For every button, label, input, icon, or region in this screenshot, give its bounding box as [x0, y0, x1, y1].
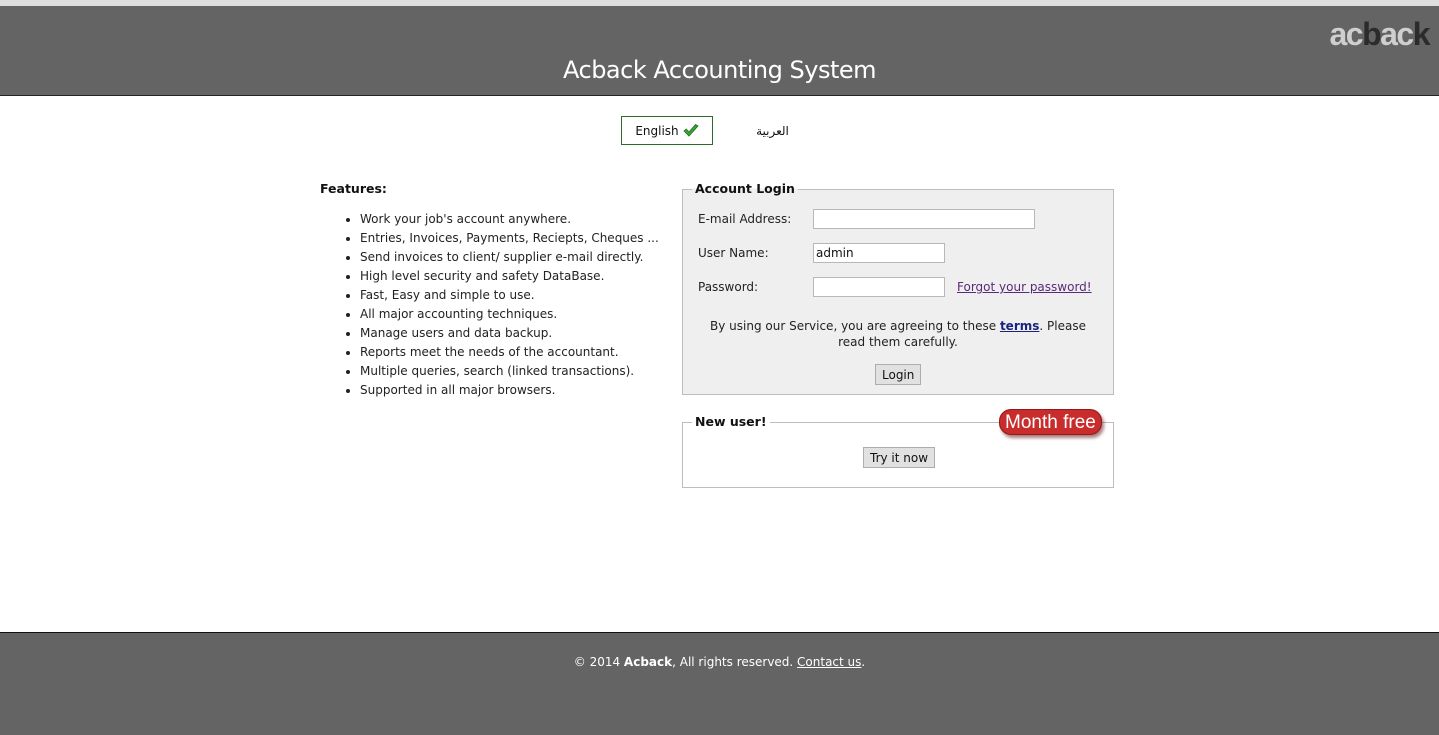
- logo-part: ac: [1380, 16, 1414, 52]
- feature-item: Entries, Invoices, Payments, Reciepts, C…: [346, 229, 670, 248]
- rights-text: , All rights reserved.: [672, 655, 798, 669]
- new-user-legend: New user!: [692, 414, 770, 429]
- password-label: Password:: [698, 280, 759, 294]
- account-login-legend: Account Login: [692, 181, 798, 196]
- terms-prefix: By using our Service, you are agreeing t…: [710, 319, 1000, 333]
- username-label: User Name:: [698, 246, 769, 260]
- footer-period: .: [861, 655, 866, 669]
- logo-part: k: [1412, 16, 1431, 52]
- logo-part: b: [1362, 16, 1382, 52]
- month-free-badge: Month free: [999, 409, 1102, 435]
- email-row: E-mail Address:: [698, 209, 1035, 229]
- feature-item: Send invoices to client/ supplier e-mail…: [346, 248, 670, 267]
- login-button[interactable]: Login: [875, 364, 922, 385]
- feature-item: Reports meet the needs of the accountant…: [346, 343, 670, 362]
- features-heading: Features:: [320, 181, 387, 196]
- terms-link[interactable]: terms: [1000, 319, 1039, 333]
- try-it-now-button[interactable]: Try it now: [863, 447, 936, 468]
- feature-item: Multiple queries, search (linked transac…: [346, 362, 670, 381]
- feature-item: Manage users and data backup.: [346, 324, 670, 343]
- logo-part: ac: [1329, 16, 1363, 52]
- page-footer: © 2014 Acback, All rights reserved. Cont…: [0, 632, 1439, 735]
- password-field[interactable]: [813, 277, 945, 297]
- feature-item: Supported in all major browsers.: [346, 381, 670, 400]
- page-title: Acback Accounting System: [563, 56, 877, 84]
- language-english-label: English: [635, 123, 679, 138]
- footer-copyright: © 2014 Acback, All rights reserved. Cont…: [0, 655, 1439, 669]
- password-row: Password: Forgot your password!: [698, 277, 1092, 297]
- email-label: E-mail Address:: [698, 212, 792, 226]
- username-row: User Name:: [698, 243, 945, 263]
- feature-item: High level security and safety DataBase.: [346, 267, 670, 286]
- feature-item: All major accounting techniques.: [346, 305, 670, 324]
- footer-brand: Acback: [623, 655, 673, 669]
- username-field[interactable]: [813, 243, 945, 263]
- terms-notice: By using our Service, you are agreeing t…: [683, 318, 1113, 350]
- language-arabic-button[interactable]: العربية: [745, 116, 800, 145]
- account-login-form: Account Login E-mail Address: User Name:…: [682, 181, 1114, 395]
- checkmark-icon: [683, 123, 699, 138]
- contact-us-link[interactable]: Contact us: [797, 655, 861, 669]
- features-section: Features: Work your job's account anywhe…: [320, 181, 670, 400]
- copyright-text: © 2014: [573, 655, 624, 669]
- language-english-button[interactable]: English: [621, 116, 713, 145]
- email-field[interactable]: [813, 209, 1035, 229]
- acback-logo[interactable]: acback: [1329, 16, 1431, 52]
- feature-item: Work your job's account anywhere.: [346, 210, 670, 229]
- forgot-password-link[interactable]: Forgot your password!: [957, 280, 1092, 294]
- features-list: Work your job's account anywhere. Entrie…: [320, 210, 670, 400]
- page-header: acback Acback Accounting System: [0, 6, 1439, 96]
- feature-item: Fast, Easy and simple to use.: [346, 286, 670, 305]
